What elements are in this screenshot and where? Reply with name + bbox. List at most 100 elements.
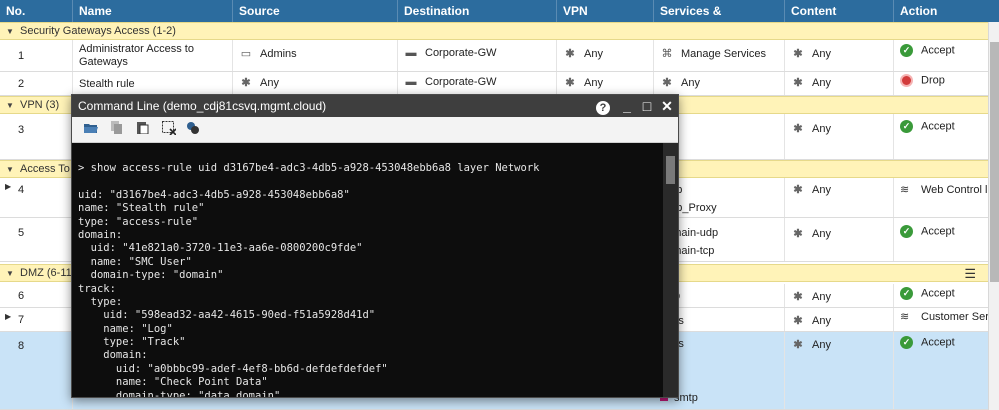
collapse-caret-icon[interactable]: ▼: [6, 101, 14, 110]
any-icon: ✱: [565, 48, 575, 60]
table-row[interactable]: 1 Administrator Access to Gateways ▭ Admi…: [0, 40, 988, 72]
minimize-button[interactable]: _: [618, 96, 636, 116]
rule-action[interactable]: Customer Serv: [921, 311, 988, 323]
rule-name[interactable]: Stealth rule: [79, 76, 226, 92]
maximize-button[interactable]: □: [638, 96, 656, 116]
rule-number: 5: [18, 227, 25, 239]
rule-action[interactable]: Accept: [921, 120, 955, 132]
col-header-services[interactable]: Services & Applications: [654, 0, 785, 40]
collapse-caret-icon[interactable]: ▼: [6, 269, 14, 278]
rule-action[interactable]: Accept: [921, 225, 955, 237]
rule-destination[interactable]: Corporate-GW: [425, 47, 497, 59]
rule-number: 1: [18, 50, 25, 62]
console-output-line: uid: "d3167be4-adc3-4db5-a928-453048ebb6…: [78, 188, 350, 201]
rule-content[interactable]: Any: [812, 48, 831, 60]
any-icon: ✱: [662, 77, 672, 89]
console-output-line: uid: "a0bbbc99-adef-4ef8-bb6d-defdefdefd…: [78, 362, 388, 375]
command-line-window[interactable]: Command Line (demo_cdj81csvq.mgmt.cloud)…: [71, 94, 679, 398]
rule-number: 7: [18, 314, 25, 326]
close-button[interactable]: ✕: [658, 96, 676, 116]
console-scrollbar[interactable]: [663, 143, 678, 397]
drop-icon: [900, 74, 913, 87]
services-group-icon: ⌘: [661, 48, 673, 60]
accept-icon: ✓: [900, 287, 913, 300]
accept-icon: ✓: [900, 120, 913, 133]
rule-action[interactable]: Drop: [921, 74, 945, 86]
any-icon: ✱: [241, 77, 251, 89]
rule-action[interactable]: Accept: [921, 287, 955, 299]
rule-content[interactable]: Any: [812, 184, 831, 196]
accept-icon: ✓: [900, 336, 913, 349]
console-output-line: uid: "598ead32-aa42-4615-90ed-f51a5928d4…: [78, 309, 376, 322]
any-icon: ✱: [565, 77, 575, 89]
section-title: Security Gateways Access (1-2): [20, 25, 176, 37]
group-icon: ▭: [240, 48, 252, 60]
inline-layer-icon: ≋: [900, 311, 910, 323]
rule-content[interactable]: Any: [812, 228, 831, 240]
gateway-icon: ▬: [405, 47, 417, 59]
rule-number: 8: [18, 340, 25, 352]
section-title: VPN (3): [20, 99, 60, 111]
any-icon: ✱: [793, 291, 803, 303]
rule-vpn[interactable]: Any: [584, 77, 603, 89]
clear-icon[interactable]: [160, 121, 178, 139]
rule-content[interactable]: Any: [812, 339, 831, 351]
paste-icon[interactable]: [134, 121, 152, 139]
rule-number: 3: [18, 124, 25, 136]
rule-action[interactable]: Accept: [921, 44, 955, 56]
collapse-caret-icon[interactable]: ▼: [6, 27, 14, 36]
accept-icon: ✓: [900, 225, 913, 238]
rule-content[interactable]: Any: [812, 315, 831, 327]
expand-arrow-icon[interactable]: ▶: [5, 182, 11, 191]
hide-icon[interactable]: [184, 121, 202, 139]
command-line-toolbar: [72, 117, 678, 143]
rule-source[interactable]: Any: [260, 77, 279, 89]
rule-vpn[interactable]: Any: [584, 48, 603, 60]
table-row[interactable]: 2 Stealth rule ✱ Any ▬ Corporate-GW ✱ Any ✱…: [0, 72, 988, 96]
any-icon: ✱: [793, 315, 803, 327]
col-header-no[interactable]: No.: [0, 0, 73, 22]
section-security-gateways-access[interactable]: ▼ Security Gateways Access (1-2): [0, 22, 988, 40]
collapse-caret-icon[interactable]: ▼: [6, 165, 14, 174]
table-scrollbar[interactable]: [988, 22, 999, 410]
col-header-action[interactable]: Action: [894, 0, 999, 22]
rule-name[interactable]: Administrator Access to Gateways: [79, 43, 226, 69]
console-output-line: [78, 175, 663, 188]
window-title: Command Line (demo_cdj81csvq.mgmt.cloud): [78, 99, 327, 113]
rule-action[interactable]: Web Control l: [921, 184, 987, 196]
rule-services[interactable]: Any: [681, 77, 700, 89]
command-output-console[interactable]: > show access-rule uid d3167be4-adc3-4db…: [72, 143, 663, 397]
console-output-line: domain-type: "data domain": [78, 389, 281, 397]
rule-action[interactable]: Accept: [921, 336, 955, 348]
rule-content[interactable]: Any: [812, 123, 831, 135]
folder-open-icon[interactable]: [82, 121, 100, 139]
console-output-line: domain-type: "domain": [78, 269, 224, 282]
col-header-vpn[interactable]: VPN: [557, 0, 654, 22]
col-header-source[interactable]: Source: [233, 0, 398, 22]
console-output-line: track:: [78, 282, 116, 295]
command-line-titlebar[interactable]: Command Line (demo_cdj81csvq.mgmt.cloud)…: [72, 95, 678, 117]
section-title: DMZ (6-11): [20, 267, 76, 279]
copy-icon[interactable]: [108, 121, 126, 139]
col-header-destination[interactable]: Destination: [398, 0, 557, 22]
rule-content[interactable]: Any: [812, 291, 831, 303]
help-button[interactable]: ?: [594, 96, 612, 116]
hamburger-menu-icon[interactable]: ☰: [964, 266, 976, 282]
rule-destination[interactable]: Corporate-GW: [425, 76, 497, 88]
console-output-line: type: "access-rule": [78, 215, 199, 228]
console-output-line: name: "Log": [78, 322, 173, 335]
col-header-name[interactable]: Name: [73, 0, 233, 22]
console-output-line: domain:: [78, 349, 148, 362]
expand-arrow-icon[interactable]: ▶: [5, 312, 11, 321]
console-output-line: uid: "41e821a0-3720-11e3-aa6e-0800200c9f…: [78, 242, 363, 255]
rule-services[interactable]: Manage Services: [681, 48, 766, 60]
col-header-content[interactable]: Content: [785, 0, 894, 22]
rule-content[interactable]: Any: [812, 77, 831, 89]
rule-number: 2: [18, 78, 25, 90]
rule-source[interactable]: Admins: [260, 48, 297, 60]
console-scrollbar-thumb[interactable]: [666, 156, 675, 184]
table-scrollbar-thumb[interactable]: [990, 42, 999, 282]
console-command-line: > show access-rule uid d3167be4-adc3-4db…: [78, 162, 540, 174]
accept-icon: ✓: [900, 44, 913, 57]
console-output-line: name: "Stealth rule": [78, 202, 205, 215]
